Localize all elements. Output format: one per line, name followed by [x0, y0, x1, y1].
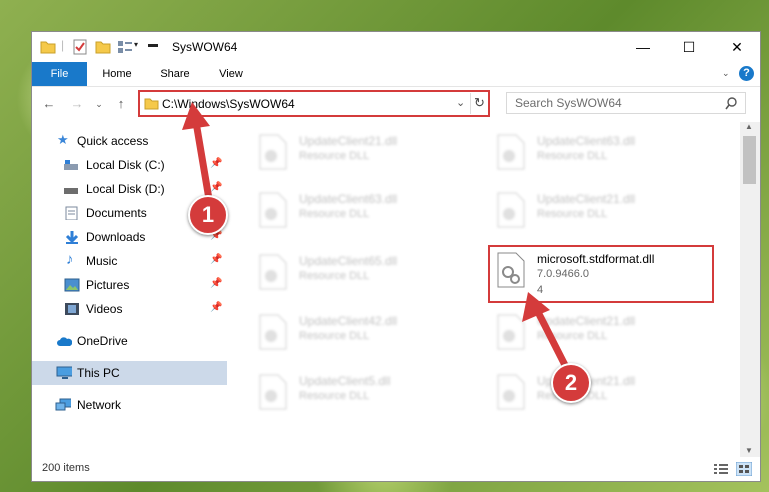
- tab-file[interactable]: File: [32, 62, 87, 86]
- address-dropdown-icon[interactable]: ⌄: [456, 96, 465, 109]
- dll-file-icon: [259, 192, 287, 228]
- minimize-button[interactable]: —: [620, 32, 666, 62]
- search-input[interactable]: Search SysWOW64: [515, 96, 622, 110]
- navigation-bar: ← → ⌄ ↑ C:\Windows\SysWOW64 ⌄ ↻ Search S…: [32, 87, 760, 121]
- window-title: SysWOW64: [172, 40, 238, 54]
- nav-label: This PC: [77, 366, 120, 380]
- list-item[interactable]: UpdateClient65.dll Resource DLL: [252, 250, 482, 302]
- folder-icon: [40, 41, 56, 54]
- details-view-icon[interactable]: [713, 463, 729, 475]
- downloads-icon: [65, 231, 79, 244]
- list-item[interactable]: UpdateClient21.dll Resource DLL: [490, 188, 720, 240]
- file-name: UpdateClient21.dll: [299, 134, 398, 148]
- large-icons-view-icon[interactable]: [736, 462, 752, 476]
- scrollbar-thumb[interactable]: [743, 136, 756, 184]
- refresh-icon[interactable]: ↻: [474, 95, 485, 111]
- nav-label: Network: [77, 398, 122, 412]
- nav-pictures[interactable]: Pictures 📌: [32, 274, 227, 296]
- ribbon-expand-icon[interactable]: ⌄: [722, 68, 730, 79]
- file-type: Resource DLL: [299, 330, 370, 342]
- up-arrow-icon[interactable]: ↑: [112, 96, 130, 112]
- scroll-up-icon[interactable]: ▲: [745, 122, 753, 131]
- title-bar: | ▾ ▬ SysWOW64 — ☐ ✕: [32, 32, 760, 62]
- address-folder-icon: [144, 98, 159, 110]
- file-name: UpdateClient5.dll: [299, 374, 391, 388]
- file-type: Resource DLL: [299, 150, 370, 162]
- computer-icon: [56, 366, 72, 379]
- item-count: 200 items: [42, 462, 90, 474]
- step-badge-2: 2: [551, 363, 591, 403]
- nav-onedrive[interactable]: OneDrive: [32, 330, 227, 352]
- nav-music[interactable]: ♪ Music 📌: [32, 250, 227, 272]
- file-type: Resource DLL: [299, 208, 370, 220]
- nav-label: Downloads: [86, 230, 146, 244]
- file-name: UpdateClient63.dll: [299, 192, 398, 206]
- dll-file-icon: [497, 134, 525, 170]
- drive-icon: [64, 188, 78, 194]
- recent-dropdown-icon[interactable]: ⌄: [90, 96, 108, 112]
- nav-label: Videos: [86, 302, 123, 316]
- search-icon[interactable]: [725, 97, 738, 110]
- dll-file-icon: [259, 254, 287, 290]
- ribbon-tabs: File Home Share View ⌄ ?: [32, 62, 760, 87]
- tab-home[interactable]: Home: [94, 62, 140, 86]
- file-name: UpdateClient42.dll: [299, 314, 398, 328]
- search-box[interactable]: Search SysWOW64: [506, 92, 746, 114]
- file-name: UpdateClient65.dll: [299, 254, 398, 268]
- back-arrow-icon[interactable]: ←: [40, 96, 58, 112]
- cloud-icon: [57, 337, 72, 346]
- nav-this-pc[interactable]: This PC: [32, 361, 227, 385]
- vertical-scrollbar[interactable]: ▲ ▼: [740, 122, 760, 457]
- list-item[interactable]: UpdateClient21.dll Resource DLL: [252, 130, 482, 182]
- list-item[interactable]: UpdateClient42.dll Resource DLL: [252, 310, 482, 362]
- nav-label: Quick access: [77, 134, 149, 148]
- dll-file-icon: [259, 134, 287, 170]
- help-icon[interactable]: ?: [739, 66, 754, 81]
- view-icon[interactable]: [117, 39, 133, 55]
- pin-icon[interactable]: 📌: [210, 302, 222, 313]
- file-type: Resource DLL: [537, 208, 608, 220]
- nav-label: Local Disk (C:): [86, 158, 165, 172]
- dll-file-icon: [497, 192, 525, 228]
- qat-separator: |: [61, 38, 65, 52]
- nav-label: Documents: [86, 206, 147, 220]
- properties-icon[interactable]: [72, 39, 88, 55]
- nav-videos[interactable]: Videos 📌: [32, 298, 227, 320]
- qat-dropdown-icon[interactable]: ▾: [134, 40, 138, 49]
- videos-icon: [65, 303, 79, 315]
- new-folder-icon[interactable]: [95, 39, 111, 55]
- customize-qat-icon[interactable]: ▬: [148, 39, 158, 50]
- dll-file-icon: [259, 374, 287, 410]
- drive-icon: [64, 160, 78, 170]
- file-name: UpdateClient21.dll: [537, 192, 636, 206]
- pictures-icon: [64, 278, 80, 292]
- nav-label: Music: [86, 254, 118, 268]
- documents-icon: [65, 206, 78, 220]
- file-type: Resource DLL: [299, 390, 370, 402]
- music-icon: ♪: [66, 251, 74, 268]
- status-bar: 200 items: [32, 457, 760, 481]
- step-badge-1: 1: [188, 195, 228, 235]
- network-icon: [55, 398, 71, 411]
- list-item[interactable]: UpdateClient63.dll Resource DLL: [490, 130, 720, 182]
- pin-icon[interactable]: 📌: [210, 254, 222, 265]
- tab-share[interactable]: Share: [152, 62, 198, 86]
- nav-label: Local Disk (D:): [86, 182, 165, 196]
- star-icon: ★: [57, 132, 69, 147]
- list-item[interactable]: UpdateClient5.dll Resource DLL: [252, 370, 482, 422]
- list-item[interactable]: UpdateClient63.dll Resource DLL: [252, 188, 482, 240]
- tab-view[interactable]: View: [208, 62, 254, 86]
- nav-label: Pictures: [86, 278, 130, 292]
- file-type: Resource DLL: [299, 270, 370, 282]
- pin-icon[interactable]: 📌: [210, 278, 222, 289]
- close-button[interactable]: ✕: [714, 32, 760, 62]
- forward-arrow-icon[interactable]: →: [68, 96, 86, 112]
- file-type: Resource DLL: [537, 150, 608, 162]
- nav-network[interactable]: Network: [32, 394, 227, 416]
- maximize-button[interactable]: ☐: [666, 32, 712, 62]
- file-name: UpdateClient63.dll: [537, 134, 636, 148]
- dll-file-icon: [259, 314, 287, 350]
- nav-label: OneDrive: [77, 334, 128, 348]
- scroll-down-icon[interactable]: ▼: [745, 446, 753, 455]
